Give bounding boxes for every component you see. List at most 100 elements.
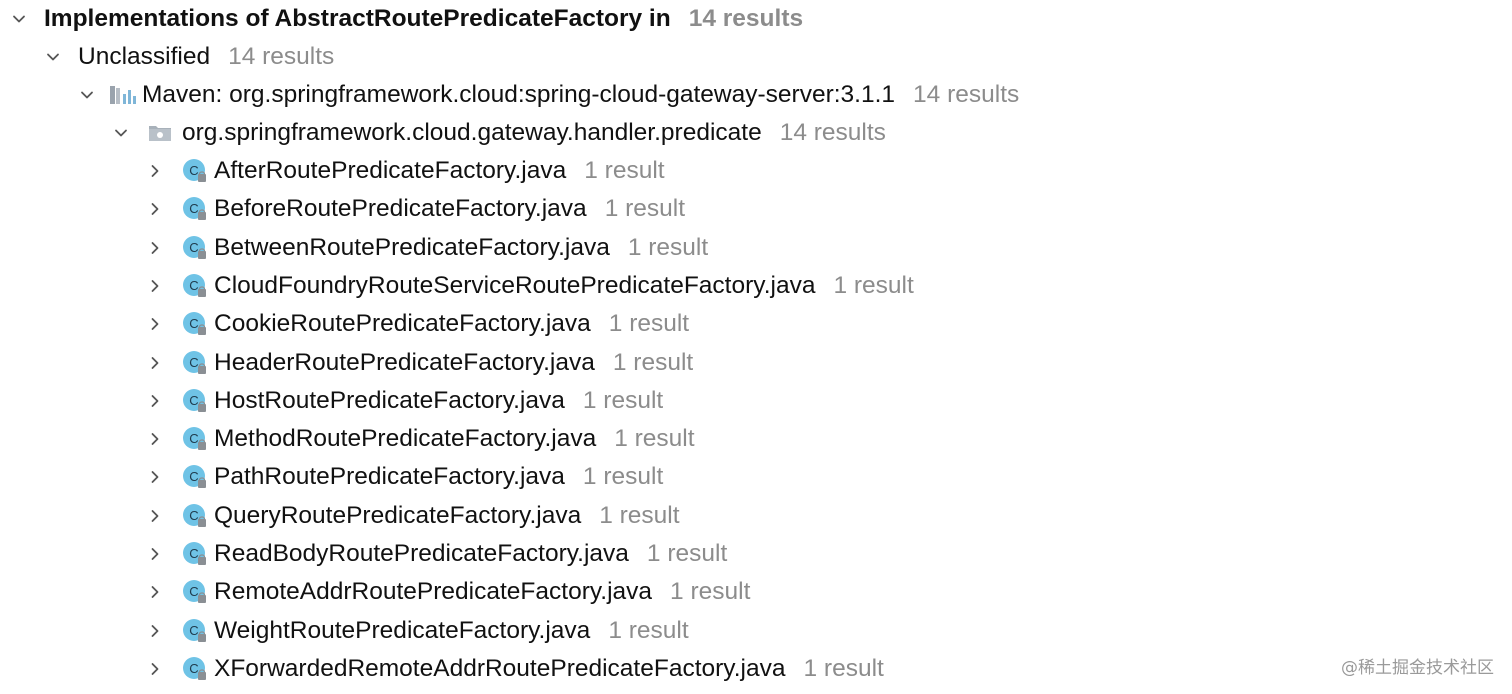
file-row[interactable]: C BetweenRoutePredicateFactory.java 1 resu… [0, 229, 708, 267]
java-class-icon: C [180, 272, 210, 300]
chevron-right-icon[interactable] [142, 235, 168, 261]
group-label: Unclassified [78, 43, 211, 70]
file-row[interactable]: C XForwardedRemoteAddrRoutePredicateFacto… [0, 650, 884, 688]
file-label: CloudFoundryRouteServiceRoutePredicateFa… [214, 271, 816, 299]
chevron-right-icon[interactable] [142, 350, 168, 376]
file-label: AfterRoutePredicateFactory.java [214, 157, 567, 184]
find-usages-tree: Implementations of AbstractRoutePredicat… [0, 0, 1512, 694]
chevron-down-icon[interactable] [6, 6, 32, 32]
svg-text:C: C [189, 508, 198, 523]
file-count: 1 result [614, 425, 695, 453]
java-class-icon: C [180, 234, 210, 262]
file-label: HeaderRoutePredicateFactory.java [214, 348, 595, 376]
group-row-unclassified[interactable]: Unclassified 14 results [0, 38, 334, 76]
file-count: 1 result [608, 310, 690, 338]
svg-text:C: C [189, 201, 198, 216]
tree-root-count: 14 results [688, 5, 804, 32]
file-row[interactable]: C WeightRoutePredicateFactory.java 1 resul… [0, 612, 689, 650]
file-count: 1 result [803, 654, 884, 682]
file-count: 1 result [612, 348, 694, 376]
file-row[interactable]: C CookieRoutePredicateFactory.java 1 resul… [0, 305, 689, 343]
file-label: BeforeRoutePredicateFactory.java [214, 195, 587, 223]
java-class-icon: C [180, 502, 210, 530]
chevron-down-icon[interactable] [40, 44, 66, 70]
java-class-icon: C [180, 310, 210, 338]
file-label: PathRoutePredicateFactory.java [214, 463, 565, 491]
file-count: 1 result [604, 195, 686, 223]
watermark-text: @稀土掘金技术社区 [1341, 658, 1494, 678]
file-label: QueryRoutePredicateFactory.java [214, 501, 582, 529]
file-row[interactable]: C AfterRoutePredicateFactory.java 1 result [0, 152, 665, 190]
group-count: 14 results [228, 43, 335, 70]
tree-root-title: Implementations of AbstractRoutePredicat… [44, 5, 671, 32]
svg-text:C: C [189, 240, 198, 255]
chevron-right-icon[interactable] [142, 503, 168, 529]
svg-text:C: C [189, 584, 198, 599]
file-row[interactable]: C HeaderRoutePredicateFactory.java 1 resul… [0, 344, 693, 382]
file-count: 1 result [627, 233, 709, 261]
java-class-icon: C [180, 617, 210, 645]
svg-text:C: C [189, 393, 198, 408]
package-icon [146, 122, 174, 144]
file-label: CookieRoutePredicateFactory.java [214, 310, 591, 338]
file-count: 1 result [599, 501, 680, 529]
java-class-icon: C [180, 578, 210, 606]
file-count: 1 result [608, 616, 689, 644]
module-count: 14 results [913, 81, 1020, 108]
chevron-right-icon[interactable] [142, 426, 168, 452]
chevron-right-icon[interactable] [142, 579, 168, 605]
file-label: RemoteAddrRoutePredicateFactory.java [214, 578, 653, 606]
svg-text:C: C [189, 278, 198, 293]
file-row[interactable]: C QueryRoutePredicateFactory.java 1 result [0, 497, 680, 535]
java-class-icon: C [180, 540, 210, 568]
file-row[interactable]: C BeforeRoutePredicateFactory.java 1 resul… [0, 190, 685, 228]
chevron-down-icon[interactable] [74, 82, 100, 108]
file-row[interactable]: C RemoteAddrRoutePredicateFactory.java 1 r… [0, 573, 750, 611]
svg-text:C: C [189, 163, 198, 178]
module-row[interactable]: Maven: org.springframework.cloud:spring-… [0, 76, 1019, 114]
file-label: WeightRoutePredicateFactory.java [214, 616, 591, 644]
module-label: Maven: org.springframework.cloud:spring-… [142, 81, 896, 108]
svg-text:C: C [189, 469, 198, 484]
file-row[interactable]: C ReadBodyRoutePredicateFactory.java 1 res… [0, 535, 727, 573]
file-label: XForwardedRemoteAddrRoutePredicateFactor… [214, 654, 786, 682]
chevron-right-icon[interactable] [142, 311, 168, 337]
svg-text:C: C [189, 355, 198, 370]
file-row[interactable]: C PathRoutePredicateFactory.java 1 result [0, 458, 663, 496]
svg-text:C: C [189, 316, 198, 331]
svg-text:C: C [189, 623, 198, 638]
file-count: 1 result [670, 578, 751, 606]
java-class-icon: C [180, 655, 210, 683]
chevron-down-icon[interactable] [108, 120, 134, 146]
file-label: HostRoutePredicateFactory.java [214, 386, 565, 414]
file-count: 1 result [584, 157, 665, 184]
svg-text:C: C [189, 546, 198, 561]
file-count: 1 result [646, 540, 728, 567]
chevron-right-icon[interactable] [142, 656, 168, 682]
svg-text:C: C [189, 661, 198, 676]
java-class-icon: C [180, 425, 210, 453]
file-label: MethodRoutePredicateFactory.java [214, 425, 597, 453]
file-label: ReadBodyRoutePredicateFactory.java [214, 540, 629, 567]
java-class-icon: C [180, 195, 210, 223]
package-count: 14 results [779, 119, 886, 146]
chevron-right-icon[interactable] [142, 388, 168, 414]
java-class-icon: C [180, 349, 210, 377]
java-class-icon: C [180, 463, 210, 491]
file-row[interactable]: C MethodRoutePredicateFactory.java 1 resul… [0, 420, 695, 458]
file-row[interactable]: C HostRoutePredicateFactory.java 1 result [0, 382, 663, 420]
chevron-right-icon[interactable] [142, 273, 168, 299]
file-row[interactable]: C CloudFoundryRouteServiceRoutePredicateF… [0, 267, 914, 305]
chevron-right-icon[interactable] [142, 618, 168, 644]
chevron-right-icon[interactable] [142, 464, 168, 490]
chevron-right-icon[interactable] [142, 196, 168, 222]
package-row[interactable]: org.springframework.cloud.gateway.handle… [0, 114, 886, 152]
svg-text:C: C [189, 431, 198, 446]
chevron-right-icon[interactable] [142, 158, 168, 184]
file-count: 1 result [582, 463, 664, 491]
library-icon [108, 84, 140, 106]
package-label: org.springframework.cloud.gateway.handle… [182, 119, 762, 146]
file-label: BetweenRoutePredicateFactory.java [214, 233, 610, 261]
chevron-right-icon[interactable] [142, 541, 168, 567]
tree-root-row[interactable]: Implementations of AbstractRoutePredicat… [0, 0, 803, 38]
